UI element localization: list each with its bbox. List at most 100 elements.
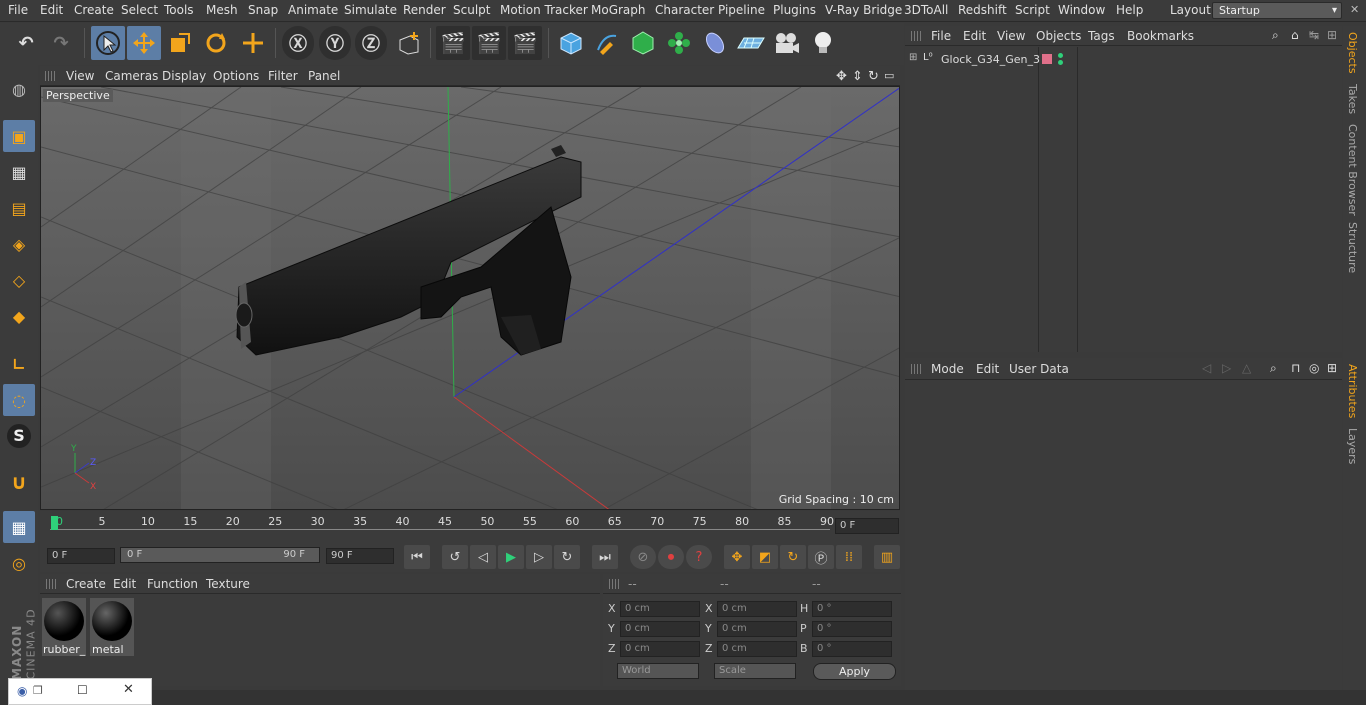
timeline-ruler[interactable]: 0 5 10 15 20 25 30 35 40 45 50 55 60 65 70 75 80 85 90 0 F bbox=[40, 511, 900, 541]
back-arrow-icon[interactable]: ◁ bbox=[1202, 361, 1211, 375]
viewport-menu-options[interactable]: Options bbox=[213, 69, 259, 83]
timeline-window-button[interactable]: ▥ bbox=[874, 545, 900, 569]
object-menu-tags[interactable]: Tags bbox=[1088, 29, 1115, 43]
menu-redshift[interactable]: Redshift bbox=[958, 3, 1007, 17]
add-environment-button[interactable] bbox=[734, 26, 768, 60]
current-frame-field[interactable]: 0 F bbox=[835, 518, 899, 534]
menu-motion-tracker[interactable]: Motion Tracker bbox=[500, 3, 588, 17]
prev-key-button[interactable]: ↺ bbox=[442, 545, 468, 569]
coord-value-field[interactable]: 0 ° bbox=[812, 641, 892, 657]
coord-value-field[interactable]: 0 cm bbox=[620, 621, 700, 637]
coord-value-field[interactable]: 0 ° bbox=[812, 601, 892, 617]
render-picture-viewer-button[interactable]: 🎬 bbox=[472, 26, 506, 60]
add-spline-button[interactable] bbox=[590, 26, 624, 60]
rotate-button[interactable] bbox=[199, 26, 233, 60]
viewport-maximize-icon[interactable]: ▭ bbox=[884, 69, 894, 82]
object-name[interactable]: Glock_G34_Gen_3 bbox=[941, 53, 1040, 66]
add-light-button[interactable] bbox=[806, 26, 840, 60]
menu-animate[interactable]: Animate bbox=[288, 3, 338, 17]
menu-mesh[interactable]: Mesh bbox=[206, 3, 238, 17]
start-frame-field[interactable]: 0 F bbox=[47, 548, 115, 564]
edges-mode-button[interactable]: ◇ bbox=[3, 264, 35, 296]
record-keys-button[interactable]: ⊘ bbox=[630, 545, 656, 569]
play-button[interactable]: ▶ bbox=[498, 545, 524, 569]
forward-arrow-icon[interactable]: ▷ bbox=[1222, 361, 1231, 375]
object-menu-objects[interactable]: Objects bbox=[1036, 29, 1081, 43]
panel-grip[interactable] bbox=[911, 364, 921, 374]
add-generator-button[interactable] bbox=[626, 26, 660, 60]
tab-objects[interactable]: Objects bbox=[1346, 32, 1359, 74]
end-frame-field[interactable]: 90 F bbox=[326, 548, 394, 564]
lock-icon[interactable]: ⊓ bbox=[1291, 361, 1300, 375]
tweak-mode-button[interactable]: ◌ bbox=[3, 384, 35, 416]
coord-value-field[interactable]: 0 cm bbox=[620, 601, 700, 617]
close-icon[interactable]: ✕ bbox=[123, 682, 134, 697]
object-row[interactable]: ⊞ L⁰ Glock_G34_Gen_3 bbox=[908, 52, 1040, 68]
menu-plugins[interactable]: Plugins bbox=[773, 3, 816, 17]
menu-vray-bridge[interactable]: V-Ray Bridge bbox=[825, 3, 902, 17]
prev-frame-button[interactable]: ◁ bbox=[470, 545, 496, 569]
editor-visibility-dot[interactable] bbox=[1058, 53, 1063, 58]
up-arrow-icon[interactable]: △ bbox=[1242, 361, 1251, 375]
viewport-menu-cameras[interactable]: Cameras bbox=[105, 69, 158, 83]
menu-simulate[interactable]: Simulate bbox=[344, 3, 397, 17]
home-icon[interactable]: ⌂ bbox=[1291, 28, 1299, 42]
object-menu-view[interactable]: View bbox=[997, 29, 1025, 43]
autokey-button[interactable]: ⏺ bbox=[658, 545, 684, 569]
close-icon[interactable]: ✕ bbox=[1350, 3, 1359, 16]
menu-window[interactable]: Window bbox=[1058, 3, 1105, 17]
coord-value-field[interactable]: 0 cm bbox=[620, 641, 700, 657]
key-rotation-button[interactable]: ↻ bbox=[780, 545, 806, 569]
render-settings-button[interactable]: 🎬 bbox=[508, 26, 542, 60]
layout-select[interactable]: Startup bbox=[1212, 2, 1342, 19]
workplane-mode-button[interactable]: ▤ bbox=[3, 192, 35, 224]
viewport-zoom-icon[interactable]: ⇕ bbox=[852, 69, 863, 84]
key-pla-button[interactable]: ⁞⁞ bbox=[836, 545, 862, 569]
new-panel-icon[interactable]: ⊞ bbox=[1327, 28, 1337, 42]
viewport-menu-display[interactable]: Display bbox=[162, 69, 206, 83]
model-mode-button[interactable]: ▣ bbox=[3, 120, 35, 152]
menu-3dtoall[interactable]: 3DToAll bbox=[904, 3, 948, 17]
attribute-menu-edit[interactable]: Edit bbox=[976, 362, 999, 376]
snap-toggle-button[interactable]: ∪ bbox=[3, 466, 35, 498]
layer-color-swatch[interactable] bbox=[1042, 54, 1052, 64]
material-menu-edit[interactable]: Edit bbox=[113, 577, 136, 591]
move-button[interactable] bbox=[127, 26, 161, 60]
menu-edit[interactable]: Edit bbox=[40, 3, 63, 17]
tab-content-browser[interactable]: Content Browser bbox=[1346, 124, 1359, 216]
arrows-icon[interactable]: ↹ bbox=[1309, 28, 1319, 42]
menu-create[interactable]: Create bbox=[74, 3, 114, 17]
scale-button[interactable] bbox=[163, 26, 197, 60]
menu-tools[interactable]: Tools bbox=[164, 3, 194, 17]
target-icon[interactable]: ◎ bbox=[1309, 361, 1319, 375]
make-editable-button[interactable]: ◍ bbox=[3, 73, 35, 105]
viewport-rotate-icon[interactable]: ↻ bbox=[868, 69, 879, 84]
coord-value-field[interactable]: 0 cm bbox=[717, 601, 797, 617]
maximize-icon[interactable]: ☐ bbox=[77, 683, 88, 697]
coord-space-select[interactable]: World bbox=[617, 663, 699, 679]
object-menu-bookmarks[interactable]: Bookmarks bbox=[1127, 29, 1194, 43]
tab-attributes[interactable]: Attributes bbox=[1346, 364, 1359, 418]
attribute-menu-mode[interactable]: Mode bbox=[931, 362, 964, 376]
tab-takes[interactable]: Takes bbox=[1346, 84, 1359, 114]
frame-range-slider[interactable]: 0 F 90 F bbox=[120, 547, 320, 563]
viewport-menu-filter[interactable]: Filter bbox=[268, 69, 298, 83]
coord-value-field[interactable]: 0 cm bbox=[717, 641, 797, 657]
material-menu-texture[interactable]: Texture bbox=[206, 577, 250, 591]
redo-button[interactable]: ↷ bbox=[44, 26, 78, 60]
new-panel-icon[interactable]: ⊞ bbox=[1327, 361, 1337, 375]
solo-button[interactable]: S bbox=[3, 420, 35, 452]
restore-icon[interactable]: ❐ bbox=[33, 684, 43, 697]
apply-button[interactable]: Apply bbox=[813, 663, 896, 680]
attribute-menu-user-data[interactable]: User Data bbox=[1009, 362, 1069, 376]
menu-pipeline[interactable]: Pipeline bbox=[718, 3, 765, 17]
axis-mode-button[interactable]: ∟ bbox=[3, 348, 35, 380]
key-position-button[interactable]: ✥ bbox=[724, 545, 750, 569]
viewport-pan-icon[interactable]: ✥ bbox=[836, 69, 847, 84]
viewport-menu-view[interactable]: View bbox=[66, 69, 94, 83]
add-mograph-button[interactable] bbox=[662, 26, 696, 60]
transform-button[interactable] bbox=[236, 26, 270, 60]
coord-value-field[interactable]: 0 cm bbox=[717, 621, 797, 637]
menu-select[interactable]: Select bbox=[121, 3, 158, 17]
keyframe-selection-button[interactable]: ? bbox=[686, 545, 712, 569]
